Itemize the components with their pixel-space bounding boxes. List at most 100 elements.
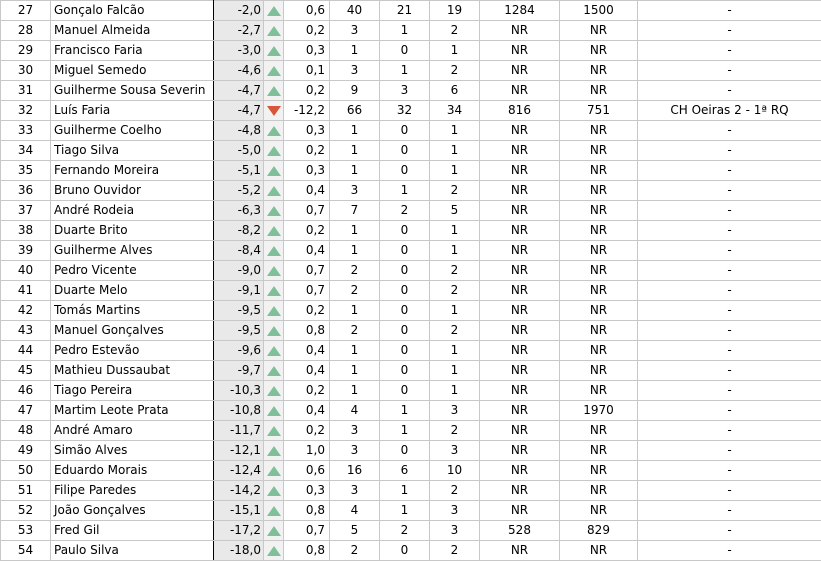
triangle-up-icon xyxy=(266,205,281,216)
rating-cell: NR xyxy=(479,40,560,61)
change-cell: 0,3 xyxy=(283,120,330,141)
change-cell: 0,6 xyxy=(283,460,330,481)
player-name-cell: Francisco Faria xyxy=(50,40,214,61)
triangle-up-icon xyxy=(266,505,281,516)
best-rating-cell: NR xyxy=(559,540,638,561)
trend-cell xyxy=(263,420,284,441)
trend-cell xyxy=(263,280,284,301)
trend-cell xyxy=(263,20,284,41)
score-cell: -17,2 xyxy=(213,520,264,541)
rank-cell: 29 xyxy=(0,40,51,61)
score-cell: -5,0 xyxy=(213,140,264,161)
change-cell: 0,2 xyxy=(283,20,330,41)
rating-cell: NR xyxy=(479,240,560,261)
player-name-cell: Guilherme Coelho xyxy=(50,120,214,141)
games-cell: 1 xyxy=(329,360,380,381)
wins-cell: 0 xyxy=(379,40,430,61)
best-rating-cell: 1500 xyxy=(559,0,638,21)
wins-cell: 1 xyxy=(379,500,430,521)
games-cell: 4 xyxy=(329,400,380,421)
trend-cell xyxy=(263,400,284,421)
best-rating-cell: NR xyxy=(559,180,638,201)
losses-cell: 2 xyxy=(429,540,480,561)
trend-cell xyxy=(263,200,284,221)
table-row: 47 Martim Leote Prata -10,8 0,4 4 1 3 NR 1970- xyxy=(0,400,821,421)
table-row: 31 Guilherme Sousa Severin -4,7 0,2 9 3 6 NR NR - xyxy=(0,80,821,101)
score-cell: -9,1 xyxy=(213,280,264,301)
score-cell: -9,0 xyxy=(213,260,264,281)
note-cell: - xyxy=(637,440,821,461)
rank-cell: 46 xyxy=(0,380,51,401)
table-row: 36 Bruno Ouvidor -5,2 0,4 3 1 2 NR NR - xyxy=(0,180,821,201)
table-row: 35 Fernando Moreira -5,1 0,3 1 0 1 NR NR - xyxy=(0,160,821,181)
change-cell: 1,0 xyxy=(283,440,330,461)
trend-cell xyxy=(263,500,284,521)
triangle-down-icon xyxy=(266,105,281,116)
trend-cell xyxy=(263,240,284,261)
losses-cell: 3 xyxy=(429,440,480,461)
trend-cell xyxy=(263,40,284,61)
best-rating-cell: NR xyxy=(559,120,638,141)
rating-cell: NR xyxy=(479,260,560,281)
best-rating-cell: NR xyxy=(559,420,638,441)
games-cell: 9 xyxy=(329,80,380,101)
note-cell: - xyxy=(637,160,821,181)
score-cell: -14,2 xyxy=(213,480,264,501)
best-rating-cell: NR xyxy=(559,440,638,461)
change-cell: 0,4 xyxy=(283,400,330,421)
player-name-cell: Pedro Estevão xyxy=(50,340,214,361)
table-row: 33 Guilherme Coelho -4,8 0,3 1 0 1 NR NR - xyxy=(0,120,821,141)
games-cell: 16 xyxy=(329,460,380,481)
table-row: 42 Tomás Martins -9,5 0,2 1 0 1 NR NR - xyxy=(0,300,821,321)
rank-cell: 50 xyxy=(0,460,51,481)
note-cell: - xyxy=(637,280,821,301)
best-rating-cell: NR xyxy=(559,40,638,61)
rank-cell: 39 xyxy=(0,240,51,261)
wins-cell: 0 xyxy=(379,260,430,281)
rank-cell: 28 xyxy=(0,20,51,41)
wins-cell: 0 xyxy=(379,120,430,141)
score-cell: -4,8 xyxy=(213,120,264,141)
score-cell: -3,0 xyxy=(213,40,264,61)
score-cell: -4,7 xyxy=(213,80,264,101)
rank-cell: 54 xyxy=(0,540,51,561)
rank-cell: 47 xyxy=(0,400,51,421)
change-cell: 0,1 xyxy=(283,60,330,81)
games-cell: 3 xyxy=(329,20,380,41)
note-cell: - xyxy=(637,120,821,141)
trend-cell xyxy=(263,340,284,361)
score-cell: -9,5 xyxy=(213,320,264,341)
player-name-cell: Duarte Brito xyxy=(50,220,214,241)
wins-cell: 6 xyxy=(379,460,430,481)
trend-cell xyxy=(263,160,284,181)
wins-cell: 0 xyxy=(379,220,430,241)
table-row: 45 Mathieu Dussaubat -9,7 0,4 1 0 1 NR NR - xyxy=(0,360,821,381)
trend-cell xyxy=(263,300,284,321)
table-row: 28 Manuel Almeida -2,7 0,2 3 1 2 NR NR - xyxy=(0,20,821,41)
games-cell: 4 xyxy=(329,500,380,521)
rating-cell: NR xyxy=(479,280,560,301)
losses-cell: 6 xyxy=(429,80,480,101)
games-cell: 3 xyxy=(329,480,380,501)
note-cell: - xyxy=(637,500,821,521)
trend-cell xyxy=(263,120,284,141)
best-rating-cell: NR xyxy=(559,260,638,281)
player-name-cell: Paulo Silva xyxy=(50,540,214,561)
wins-cell: 2 xyxy=(379,200,430,221)
note-cell: - xyxy=(637,0,821,21)
triangle-up-icon xyxy=(266,5,281,16)
losses-cell: 1 xyxy=(429,140,480,161)
player-name-cell: Manuel Gonçalves xyxy=(50,320,214,341)
note-cell: - xyxy=(637,180,821,201)
wins-cell: 21 xyxy=(379,0,430,21)
best-rating-cell: 829 xyxy=(559,520,638,541)
best-rating-cell: NR xyxy=(559,360,638,381)
losses-cell: 2 xyxy=(429,320,480,341)
best-rating-cell: NR xyxy=(559,380,638,401)
losses-cell: 1 xyxy=(429,380,480,401)
score-cell: -10,8 xyxy=(213,400,264,421)
note-cell: - xyxy=(637,460,821,481)
wins-cell: 0 xyxy=(379,300,430,321)
games-cell: 1 xyxy=(329,340,380,361)
trend-cell xyxy=(263,320,284,341)
